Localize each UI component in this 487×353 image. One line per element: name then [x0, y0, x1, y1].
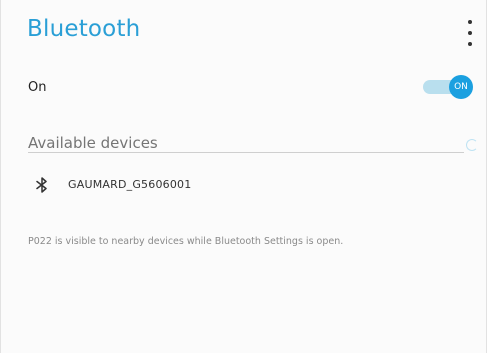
available-devices-header: Available devices	[28, 134, 158, 152]
menu-dot	[468, 42, 472, 46]
more-vert-icon[interactable]	[463, 20, 477, 46]
menu-dot	[468, 31, 472, 35]
device-name: GAUMARD_G5606001	[68, 178, 192, 191]
bluetooth-state-label: On	[28, 80, 47, 95]
bluetooth-icon	[36, 177, 47, 193]
menu-dot	[468, 20, 472, 24]
visibility-note: P022 is visible to nearby devices while …	[28, 236, 344, 247]
bluetooth-toggle-switch[interactable]: ON	[423, 75, 473, 99]
device-list-item[interactable]: GAUMARD_G5606001	[28, 173, 468, 197]
toggle-knob: ON	[449, 75, 473, 99]
bluetooth-settings-screen: Bluetooth On ON Available devices GAUMAR…	[0, 0, 487, 353]
section-divider	[28, 152, 464, 153]
page-title: Bluetooth	[27, 16, 141, 42]
progress-spinner-icon	[466, 139, 478, 151]
